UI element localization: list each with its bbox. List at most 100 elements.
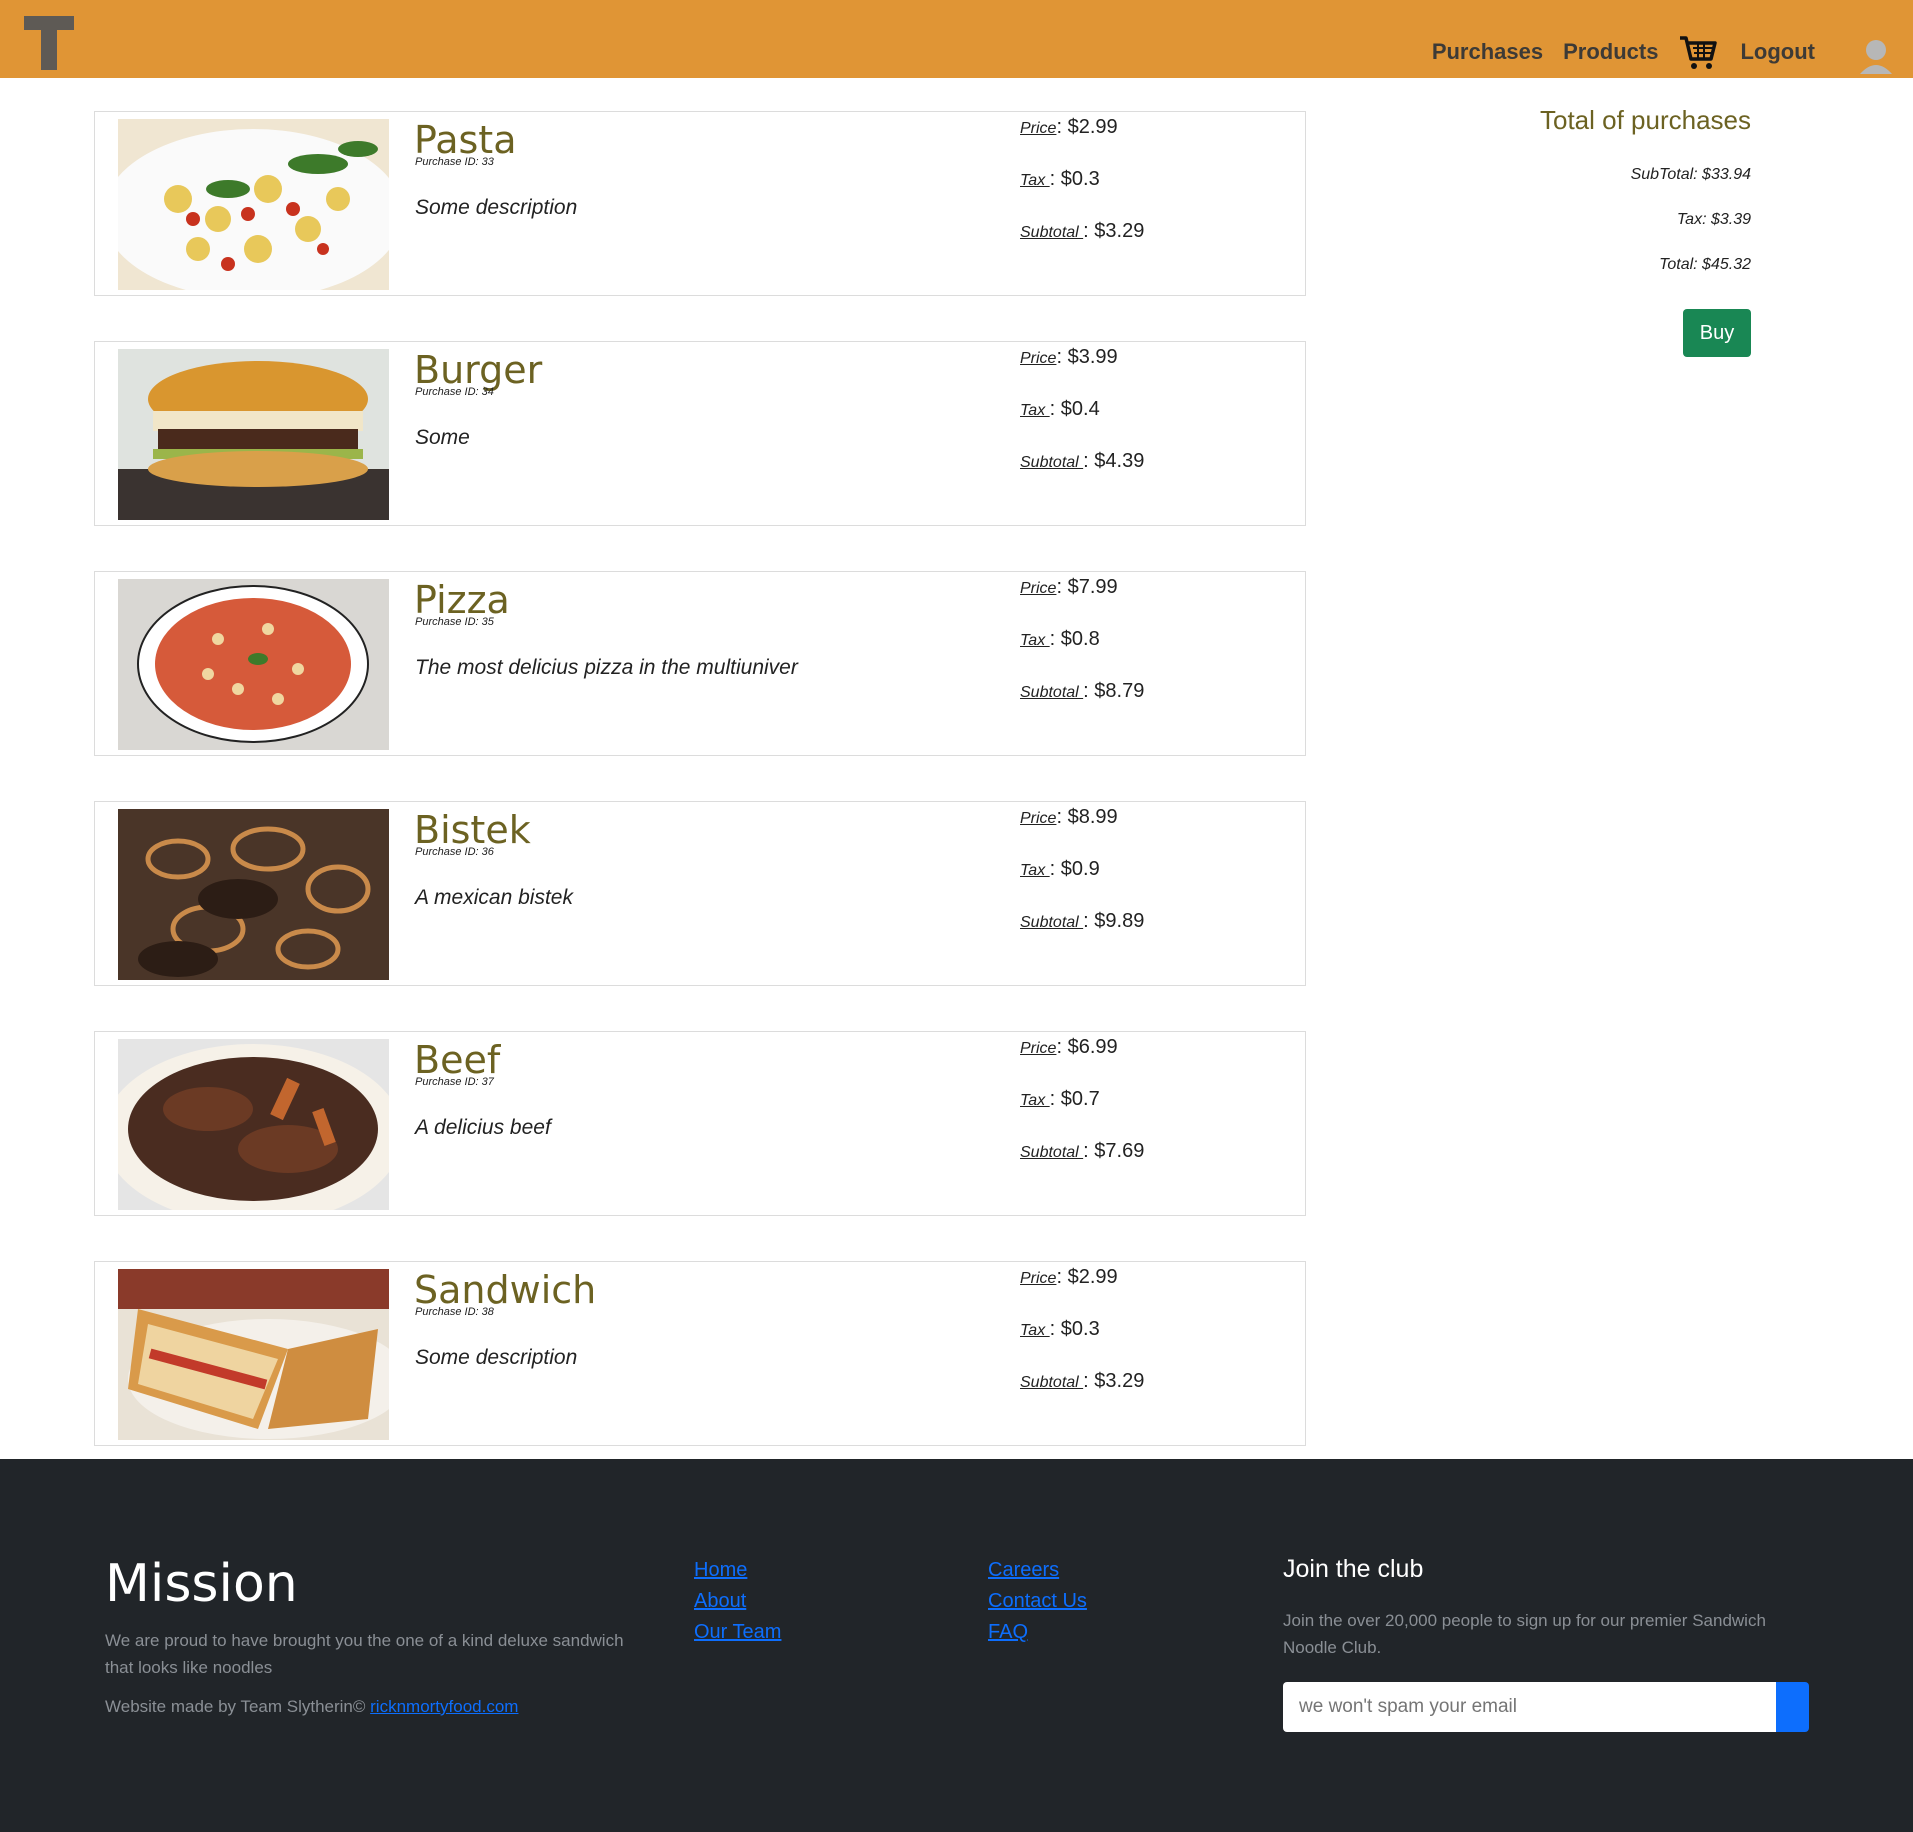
purchase-id: Purchase ID: 38 — [415, 1306, 494, 1318]
tax-value: $0.8 — [1060, 628, 1100, 650]
subtotal-label: Subtotal — [1020, 1144, 1084, 1161]
price-value: $8.99 — [1067, 806, 1118, 828]
subtotal-label: Subtotal — [1020, 1374, 1084, 1391]
purchase-card: Pizza Purchase ID: 35 The most delicius pi… — [94, 571, 1306, 756]
purchase-card: Sandwich Purchase ID: 38 Some description P… — [94, 1261, 1306, 1446]
totals-subtotal: SubTotal: $33.94 — [1630, 166, 1751, 183]
buy-button[interactable]: Buy — [1683, 309, 1751, 357]
product-description: Some description — [415, 1346, 578, 1369]
purchase-id: Purchase ID: 37 — [415, 1076, 494, 1088]
footer-home-link[interactable]: Home — [694, 1555, 781, 1586]
cart-icon[interactable] — [1678, 32, 1718, 72]
mission-title: Mission — [105, 1554, 298, 1614]
tax-value: $0.4 — [1060, 398, 1100, 420]
subtotal-label: Subtotal — [1020, 224, 1084, 241]
subtotal-value: $8.79 — [1094, 680, 1145, 702]
price-label: Price — [1020, 350, 1057, 367]
tax-label: Tax — [1020, 1322, 1050, 1339]
tax-value: $0.3 — [1060, 1318, 1100, 1340]
tax-row: Tax : $0.3 — [1020, 1318, 1100, 1340]
purchase-card: Bistek Purchase ID: 36 A mexican bistek Pri… — [94, 801, 1306, 986]
logo-icon[interactable] — [24, 16, 74, 70]
subtotal-row: Subtotal : $7.69 — [1020, 1140, 1145, 1162]
tax-value: $0.3 — [1060, 168, 1100, 190]
totals-panel: Total of purchases SubTotal: $33.94 Tax:… — [1431, 105, 1751, 274]
footer-our-team-link[interactable]: Our Team — [694, 1617, 781, 1648]
burger-image — [118, 349, 389, 520]
price-value: $6.99 — [1067, 1036, 1118, 1058]
subtotal-label: Subtotal — [1020, 454, 1084, 471]
tax-row: Tax : $0.9 — [1020, 858, 1100, 880]
purchase-card: Burger Purchase ID: 34 Some Price: $3.99 Tax… — [94, 341, 1306, 526]
price-value: $2.99 — [1067, 1266, 1118, 1288]
price-row: Price: $8.99 — [1020, 806, 1118, 828]
tax-value: $0.9 — [1060, 858, 1100, 880]
footer-about-link[interactable]: About — [694, 1586, 781, 1617]
footer: Mission We are proud to have brought you… — [0, 1459, 1913, 1832]
footer-faq-link[interactable]: FAQ — [988, 1617, 1087, 1648]
tax-label: Tax — [1020, 1092, 1050, 1109]
subtotal-value: $7.69 — [1094, 1140, 1145, 1162]
price-value: $2.99 — [1067, 116, 1118, 138]
join-title: Join the club — [1283, 1555, 1424, 1583]
site-link[interactable]: ricknmortyfood.com — [370, 1697, 518, 1716]
subtotal-row: Subtotal : $3.29 — [1020, 1370, 1145, 1392]
footer-careers-link[interactable]: Careers — [988, 1555, 1087, 1586]
subtotal-value: $9.89 — [1094, 910, 1145, 932]
avatar-icon[interactable] — [1859, 38, 1893, 74]
totals-tax: Tax: $3.39 — [1676, 211, 1751, 228]
purchase-id: Purchase ID: 34 — [415, 386, 494, 398]
purchase-card: Beef Purchase ID: 37 A delicius beef Price:… — [94, 1031, 1306, 1216]
join-text: Join the over 20,000 people to sign up f… — [1283, 1611, 1766, 1657]
footer-contact-link[interactable]: Contact Us — [988, 1586, 1087, 1617]
pasta-image — [118, 119, 389, 290]
purchase-id: Purchase ID: 35 — [415, 616, 494, 628]
subscribe-button[interactable] — [1776, 1682, 1809, 1732]
navbar: Purchases Products Logout — [0, 0, 1913, 78]
totals-total: Total: $45.32 — [1659, 256, 1751, 273]
beef-image — [118, 1039, 389, 1210]
tax-row: Tax : $0.4 — [1020, 398, 1100, 420]
price-value: $7.99 — [1067, 576, 1118, 598]
subtotal-row: Subtotal : $8.79 — [1020, 680, 1145, 702]
price-row: Price: $2.99 — [1020, 116, 1118, 138]
nav-logout-link[interactable]: Logout — [1740, 39, 1815, 65]
subtotal-label: Subtotal — [1020, 684, 1084, 701]
made-by-text: Website made by Team Slytherin© — [105, 1697, 366, 1716]
sandwich-image — [118, 1269, 389, 1440]
price-label: Price — [1020, 1270, 1057, 1287]
tax-label: Tax — [1020, 172, 1050, 189]
nav-links: Purchases Products Logout — [1432, 34, 1835, 70]
footer-links-col2: Careers Contact Us FAQ — [988, 1555, 1087, 1648]
tax-row: Tax : $0.7 — [1020, 1088, 1100, 1110]
subtotal-label: Subtotal — [1020, 914, 1084, 931]
nav-products-link[interactable]: Products — [1563, 39, 1658, 65]
subtotal-row: Subtotal : $4.39 — [1020, 450, 1145, 472]
subtotal-value: $3.29 — [1094, 1370, 1145, 1392]
purchase-card: Pasta Purchase ID: 33 Some description Pric… — [94, 111, 1306, 296]
pizza-image — [118, 579, 389, 750]
tax-label: Tax — [1020, 632, 1050, 649]
price-label: Price — [1020, 580, 1057, 597]
bistek-image — [118, 809, 389, 980]
made-by: Website made by Team Slytherin© ricknmor… — [105, 1697, 518, 1717]
tax-row: Tax : $0.8 — [1020, 628, 1100, 650]
product-description: The most delicius pizza in the multiuniv… — [415, 656, 798, 679]
tax-value: $0.7 — [1060, 1088, 1100, 1110]
product-description: Some description — [415, 196, 578, 219]
email-input[interactable] — [1283, 1682, 1776, 1732]
footer-links-col1: Home About Our Team — [694, 1555, 781, 1648]
nav-purchases-link[interactable]: Purchases — [1432, 39, 1543, 65]
price-row: Price: $6.99 — [1020, 1036, 1118, 1058]
subtotal-row: Subtotal : $9.89 — [1020, 910, 1145, 932]
price-row: Price: $7.99 — [1020, 576, 1118, 598]
mission-text: We are proud to have brought you the one… — [105, 1631, 624, 1677]
purchase-id: Purchase ID: 33 — [415, 156, 494, 168]
subtotal-value: $4.39 — [1094, 450, 1145, 472]
subtotal-value: $3.29 — [1094, 220, 1145, 242]
totals-title: Total of purchases — [1539, 105, 1751, 135]
price-label: Price — [1020, 1040, 1057, 1057]
product-description: Some — [415, 426, 470, 449]
price-value: $3.99 — [1067, 346, 1118, 368]
price-label: Price — [1020, 120, 1057, 137]
